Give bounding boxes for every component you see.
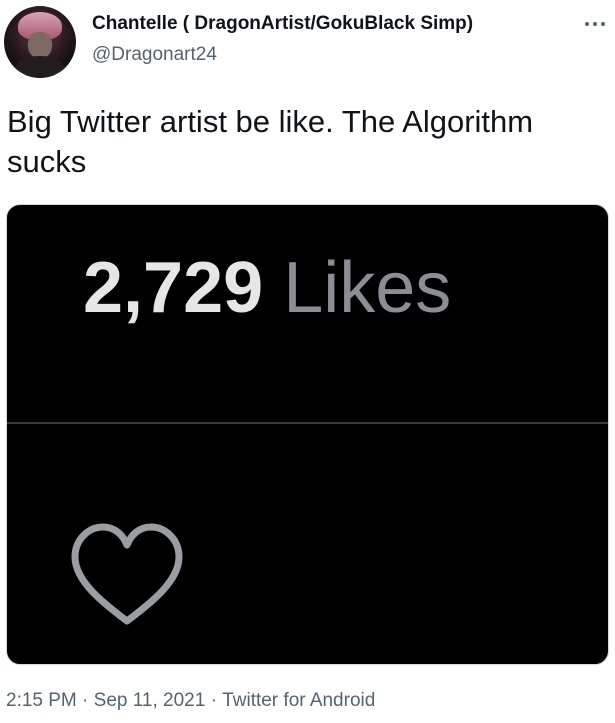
tweet-time[interactable]: 2:15 PM <box>6 690 77 712</box>
more-options-icon[interactable] <box>578 8 612 38</box>
display-name[interactable]: Chantelle ( DragonArtist/GokuBlack Simp) <box>92 13 473 35</box>
media-divider <box>7 422 608 424</box>
more-dot <box>593 22 597 26</box>
tweet-text: Big Twitter artist be like. The Algorith… <box>7 104 534 179</box>
heart-icon <box>71 523 183 625</box>
tweet-date[interactable]: Sep 11, 2021 <box>94 690 206 712</box>
avatar-face <box>28 32 52 58</box>
meta-separator: · <box>82 690 89 711</box>
tweet-media-image[interactable]: 2,729 Likes <box>6 204 609 665</box>
avatar-body <box>14 56 66 78</box>
tweet-meta: 2:15 PM · Sep 11, 2021 · Twitter for And… <box>6 690 375 712</box>
more-dot <box>601 22 605 26</box>
likes-word: Likes <box>283 248 452 328</box>
likes-label: 2,729 Likes <box>83 248 451 328</box>
user-handle[interactable]: @Dragonart24 <box>92 44 217 66</box>
likes-count: 2,729 <box>83 248 264 328</box>
tweet-header: Chantelle ( DragonArtist/GokuBlack Simp)… <box>0 0 615 90</box>
tweet-source[interactable]: Twitter for Android <box>222 690 375 712</box>
avatar[interactable] <box>4 6 76 78</box>
meta-separator: · <box>210 690 217 711</box>
more-dot <box>585 22 589 26</box>
